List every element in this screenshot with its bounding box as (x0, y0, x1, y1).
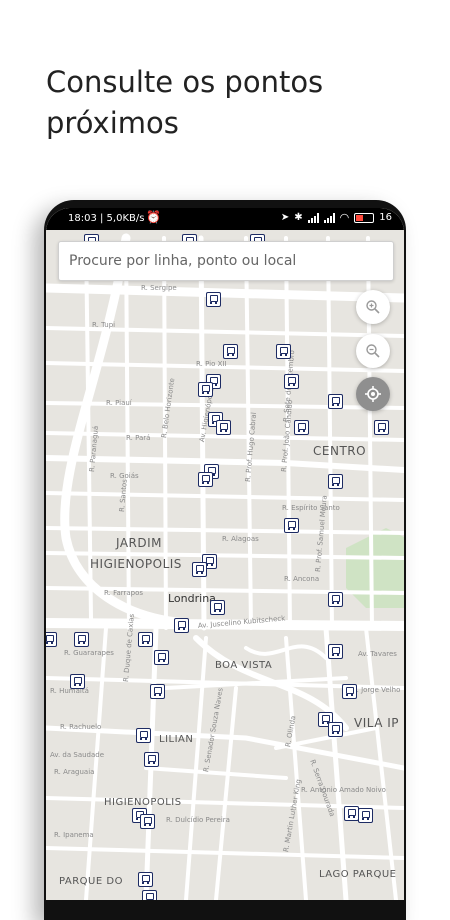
map-street-label: R. Antônio Amado Noivo (301, 786, 386, 794)
map-area-label: BOA VISTA (215, 660, 273, 671)
alarm-icon: ⏰ (146, 210, 161, 224)
bus-stop-icon[interactable] (344, 806, 359, 821)
map-street-label: R. Farrapos (104, 589, 144, 597)
map-street-label: R. Tupi (92, 321, 116, 329)
bus-stop-icon[interactable] (136, 728, 151, 743)
map-area-label: LAGO PARQUE (319, 869, 397, 880)
status-time: 18:03 | 5,0KB/s (68, 213, 145, 224)
map-street-label: R. Espírito Santo (282, 504, 340, 512)
bus-stop-icon[interactable] (328, 592, 343, 607)
page-headline: Consulte os pontos próximos (46, 62, 323, 144)
bus-stop-icon[interactable] (174, 618, 189, 633)
bus-stop-icon[interactable] (328, 644, 343, 659)
map-street-label: Av. Tavares (358, 650, 397, 658)
bus-stop-icon[interactable] (210, 600, 225, 615)
bus-stop-icon[interactable] (198, 472, 213, 487)
wifi-icon: ◠ (339, 210, 350, 224)
map-street-label: R. Alagoas (222, 535, 259, 543)
bus-stop-icon[interactable] (328, 394, 343, 409)
bus-stop-icon[interactable] (198, 382, 213, 397)
zoom-out-icon (366, 344, 380, 358)
map-street-label: R. Piauí (106, 399, 132, 407)
map-area-label: PARQUE DO (59, 876, 123, 887)
map-street-label: Av. da Saudade (50, 751, 105, 759)
bus-stop-icon[interactable] (276, 344, 291, 359)
status-bar: 18:03 | 5,0KB/s ⏰ ➤ ✱ ◠ 16 (46, 208, 404, 230)
my-location-button[interactable] (356, 377, 390, 411)
bus-stop-icon[interactable] (206, 292, 221, 307)
bus-stop-icon[interactable] (328, 722, 343, 737)
bus-stop-icon[interactable] (284, 518, 299, 533)
map-area-label: JARDIM (116, 536, 163, 550)
map-canvas[interactable] (46, 208, 404, 900)
headline-line-1: Consulte os pontos (46, 65, 324, 99)
map-area-label: HIGIENOPOLIS (104, 797, 182, 808)
location-arrow-icon: ➤ (280, 212, 290, 223)
map-area-label: VILA IP (354, 716, 400, 730)
battery-level: 16 (379, 212, 392, 223)
map-street-label: R. Sergipe (141, 284, 177, 292)
bus-stop-icon[interactable] (150, 684, 165, 699)
bus-stop-icon[interactable] (342, 684, 357, 699)
headline-line-2: próximos (46, 106, 179, 140)
bus-stop-icon[interactable] (374, 420, 389, 435)
map-street-label: R. Pará (126, 434, 151, 442)
map-area-label: CENTRO (313, 444, 367, 458)
bus-stop-icon[interactable] (142, 890, 157, 900)
map-street-label: R. Jorge Velho (352, 686, 401, 694)
bluetooth-icon: ✱ (294, 212, 303, 223)
map-city-label: Londrina (168, 592, 216, 605)
signal-icon-2 (323, 212, 335, 223)
bus-stop-icon[interactable] (70, 674, 85, 689)
map-street-label: R. Dulcídio Pereira (166, 816, 230, 824)
crosshair-icon (365, 386, 381, 402)
zoom-in-icon (366, 300, 380, 314)
search-input[interactable] (59, 242, 393, 280)
search-box[interactable] (58, 241, 394, 281)
map-area-label: LILIAN (159, 734, 194, 745)
phone-screen: 18:03 | 5,0KB/s ⏰ ➤ ✱ ◠ 16 Londrina CENT… (46, 208, 404, 900)
bus-stop-icon[interactable] (46, 632, 57, 647)
bus-stop-icon[interactable] (154, 650, 169, 665)
bus-stop-icon[interactable] (144, 752, 159, 767)
bus-stop-icon[interactable] (216, 420, 231, 435)
bus-stop-icon[interactable] (358, 808, 373, 823)
bus-stop-icon[interactable] (74, 632, 89, 647)
bus-stop-icon[interactable] (328, 474, 343, 489)
zoom-in-button[interactable] (356, 290, 390, 324)
zoom-out-button[interactable] (356, 334, 390, 368)
map-area-label: HIGIENOPOLIS (90, 557, 182, 571)
map-street-label: R. Araguaia (54, 768, 95, 776)
bus-stop-icon[interactable] (138, 632, 153, 647)
bus-stop-icon[interactable] (223, 344, 238, 359)
bus-stop-icon[interactable] (140, 814, 155, 829)
bus-stop-icon[interactable] (294, 420, 309, 435)
bus-stop-icon[interactable] (284, 374, 299, 389)
battery-icon (354, 212, 375, 223)
map-street-label: R. Guararapes (64, 649, 114, 657)
map-street-label: R. Pio XII (196, 360, 227, 368)
map-street-label: R. Ancona (284, 575, 320, 583)
bus-stop-icon[interactable] (138, 872, 153, 887)
signal-icon (307, 212, 319, 223)
map-street-label: R. Rachuelo (60, 723, 102, 731)
bus-stop-icon[interactable] (192, 562, 207, 577)
map-street-label: R. Ipanema (54, 831, 94, 839)
